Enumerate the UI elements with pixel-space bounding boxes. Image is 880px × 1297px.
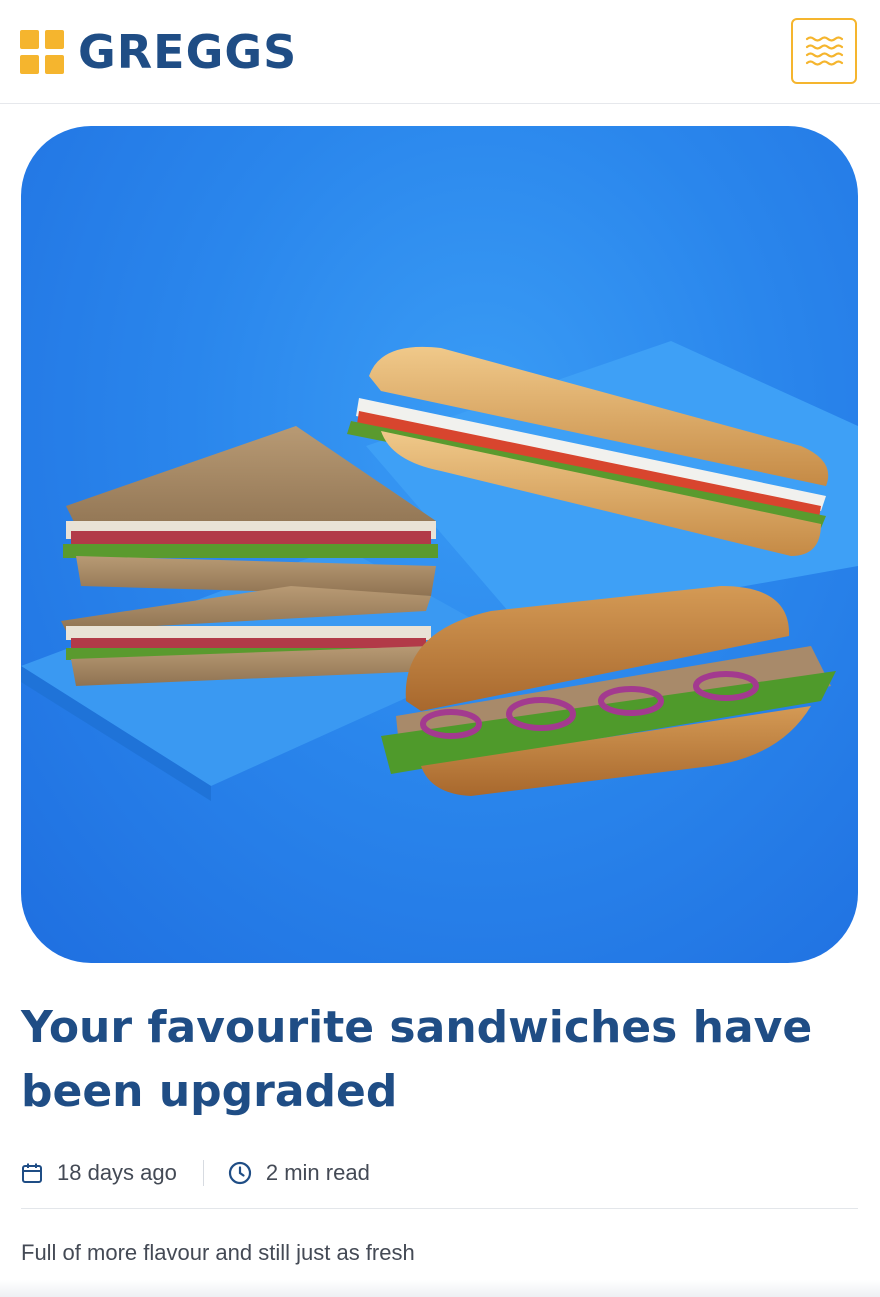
sandwiches-illustration: [21, 341, 858, 801]
hero-image: [21, 126, 858, 963]
menu-wave-icon: [805, 36, 844, 66]
article-read-time-text: 2 min read: [265, 1160, 370, 1185]
article-date: 18 days ago: [21, 1160, 177, 1186]
calendar-icon: [22, 1163, 42, 1183]
article-date-text: 18 days ago: [57, 1160, 177, 1185]
site-header: GREGGS: [0, 0, 880, 104]
clock-icon: [228, 1161, 251, 1185]
article-meta: 18 days ago 2 min read: [21, 1154, 370, 1192]
brand-name: GREGGS: [78, 25, 298, 79]
menu-button[interactable]: [791, 18, 857, 84]
article-read-time: 2 min read: [228, 1160, 370, 1186]
greggs-logo-icon: [20, 30, 64, 74]
bottom-fade: [0, 1280, 880, 1297]
divider: [21, 1208, 858, 1209]
article-summary: Full of more flavour and still just as f…: [21, 1240, 415, 1265]
meta-separator: [202, 1160, 204, 1186]
article-title: Your favourite sandwiches have been upgr…: [21, 1002, 813, 1117]
